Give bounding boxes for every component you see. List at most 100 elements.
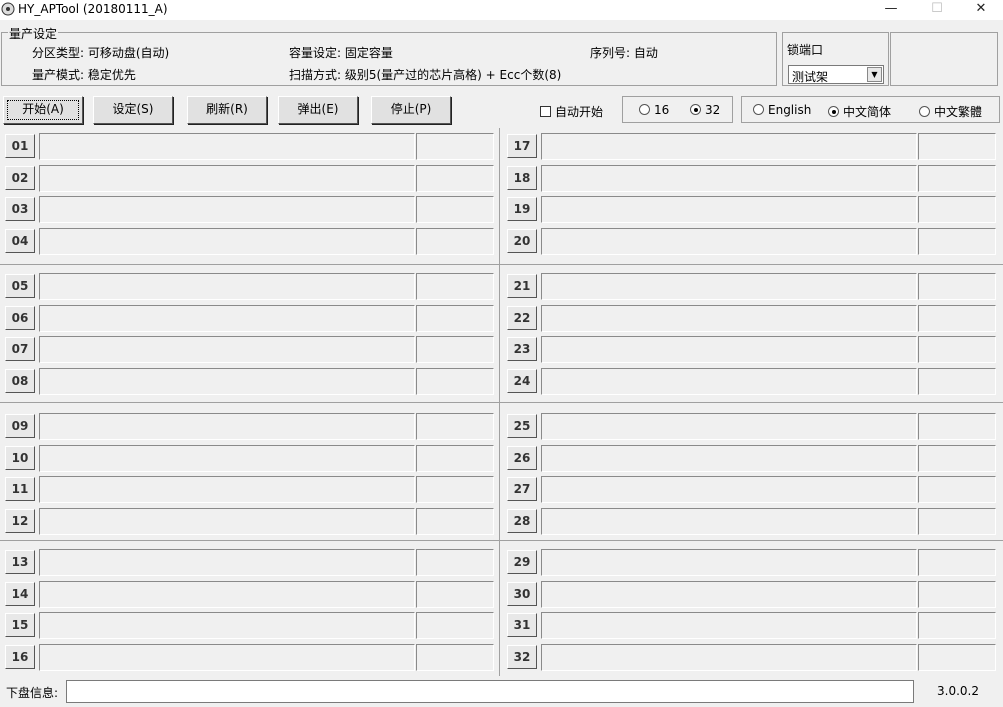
slot-number-button[interactable]: 07: [5, 337, 35, 361]
radio-english-label: English: [768, 103, 812, 117]
port-slot-17: 17: [507, 132, 999, 160]
slot-number-button[interactable]: 21: [507, 274, 537, 298]
slot-number-button[interactable]: 19: [507, 197, 537, 221]
slot-progress-bar: [541, 476, 917, 503]
radio-circle-selected[interactable]: [828, 106, 839, 117]
radio-16[interactable]: 16: [639, 103, 669, 117]
slot-progress-bar: [39, 196, 415, 223]
slot-number-button[interactable]: 27: [507, 477, 537, 501]
slot-number-button[interactable]: 15: [5, 613, 35, 637]
slot-number-button[interactable]: 11: [5, 477, 35, 501]
chevron-down-icon[interactable]: ▼: [867, 67, 882, 82]
slot-number-button[interactable]: 26: [507, 445, 537, 470]
settings-button[interactable]: 设定(S): [93, 96, 173, 124]
version-label: 3.0.0.2: [937, 684, 979, 698]
slot-status-field: [416, 196, 494, 223]
close-button[interactable]: ✕: [958, 0, 1003, 20]
slot-progress-bar: [39, 549, 415, 576]
slot-number-button[interactable]: 04: [5, 228, 35, 253]
slot-number-button[interactable]: 24: [507, 368, 537, 393]
port-slot-03: 03: [5, 195, 497, 223]
slot-progress-bar: [39, 643, 415, 671]
slot-number-button[interactable]: 06: [5, 305, 35, 330]
slot-number-button[interactable]: 31: [507, 613, 537, 637]
slot-number-button[interactable]: 14: [5, 581, 35, 606]
port-slot-13: 13: [5, 548, 497, 576]
slot-status-field: [416, 133, 494, 160]
slot-status-field: [416, 612, 494, 639]
start-button[interactable]: 开始(A): [3, 96, 83, 124]
maximize-button[interactable]: ☐: [914, 0, 960, 20]
slot-number-button[interactable]: 16: [5, 644, 35, 669]
port-slot-28: 28: [507, 507, 999, 535]
slot-status-field: [416, 367, 494, 395]
port-slot-31: 31: [507, 611, 999, 639]
slot-progress-bar: [39, 336, 415, 363]
slot-status-field: [918, 444, 996, 472]
radio-circle[interactable]: [919, 106, 930, 117]
radio-16-label: 16: [654, 103, 670, 117]
slot-number-button[interactable]: 32: [507, 644, 537, 669]
slot-number-button[interactable]: 03: [5, 197, 35, 221]
slot-progress-bar: [541, 643, 917, 671]
port-slot-26: 26: [507, 444, 999, 472]
slot-progress-bar: [541, 273, 917, 300]
slot-progress-bar: [39, 133, 415, 160]
slot-number-button[interactable]: 18: [507, 165, 537, 190]
port-slots-grid: 01 02 03 04 05 06 07 08 09 10 11 12 13 14 15 16 17 18 19 20…: [0, 128, 1003, 676]
radio-english[interactable]: English: [753, 103, 811, 117]
slot-status-field: [918, 164, 996, 192]
radio-circle-selected[interactable]: [690, 104, 701, 115]
slot-number-button[interactable]: 10: [5, 445, 35, 470]
lock-port-label: 锁端口: [787, 43, 824, 57]
slot-number-button[interactable]: 08: [5, 368, 35, 393]
slot-progress-bar: [541, 367, 917, 395]
slot-progress-bar: [39, 413, 415, 440]
slot-number-button[interactable]: 28: [507, 508, 537, 533]
slot-number-button[interactable]: 20: [507, 228, 537, 253]
slot-number-button[interactable]: 12: [5, 508, 35, 533]
minimize-button[interactable]: —: [868, 0, 914, 20]
slot-progress-bar: [39, 507, 415, 535]
slot-progress-bar: [541, 304, 917, 332]
drive-info-label: 下盘信息:: [6, 686, 59, 700]
slot-progress-bar: [541, 580, 917, 608]
grid-divider-horizontal: [0, 540, 1003, 541]
slot-number-button[interactable]: 25: [507, 414, 537, 438]
slot-status-field: [918, 612, 996, 639]
slot-number-button[interactable]: 01: [5, 134, 35, 158]
slot-status-field: [918, 367, 996, 395]
slot-progress-bar: [39, 612, 415, 639]
slot-number-button[interactable]: 30: [507, 581, 537, 606]
port-select[interactable]: 测试架 ▼: [788, 65, 884, 84]
port-slot-04: 04: [5, 227, 497, 255]
slot-number-button[interactable]: 22: [507, 305, 537, 330]
settings-group-label: 量产设定: [8, 25, 59, 42]
radio-circle[interactable]: [639, 104, 650, 115]
slot-number-button[interactable]: 29: [507, 550, 537, 574]
radio-32[interactable]: 32: [690, 103, 720, 117]
slot-status-field: [416, 507, 494, 535]
slot-number-button[interactable]: 23: [507, 337, 537, 361]
port-slot-06: 06: [5, 304, 497, 332]
slot-status-field: [416, 273, 494, 300]
eject-button[interactable]: 弹出(E): [278, 96, 358, 124]
slot-number-button[interactable]: 02: [5, 165, 35, 190]
auto-start-checkbox[interactable]: 自动开始: [540, 103, 603, 120]
slot-progress-bar: [39, 273, 415, 300]
stop-button[interactable]: 停止(P): [371, 96, 451, 124]
slot-number-button[interactable]: 05: [5, 274, 35, 298]
port-slot-09: 09: [5, 412, 497, 440]
checkbox-box[interactable]: [540, 106, 551, 117]
slot-status-field: [416, 336, 494, 363]
serial-number-label: 序列号: 自动: [590, 46, 658, 60]
slot-progress-bar: [541, 336, 917, 363]
radio-circle[interactable]: [753, 104, 764, 115]
slot-number-button[interactable]: 13: [5, 550, 35, 574]
slot-number-button[interactable]: 17: [507, 134, 537, 158]
radio-simplified-chinese[interactable]: 中文简体: [828, 103, 891, 120]
refresh-button[interactable]: 刷新(R): [187, 96, 267, 124]
radio-traditional-chinese[interactable]: 中文繁體: [919, 103, 982, 120]
slot-progress-bar: [541, 507, 917, 535]
slot-number-button[interactable]: 09: [5, 414, 35, 438]
